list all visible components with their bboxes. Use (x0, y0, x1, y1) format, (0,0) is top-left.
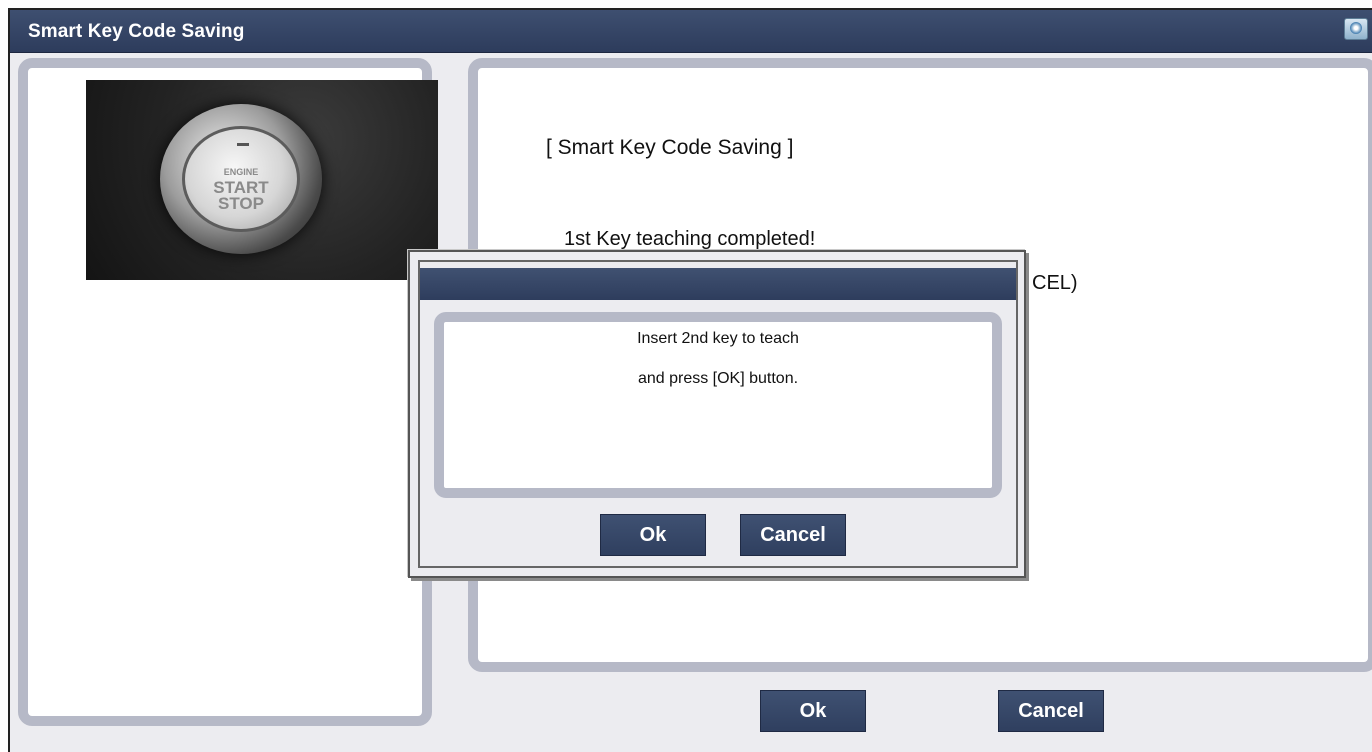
dialog-message-line2: and press [OK] button. (637, 370, 799, 387)
dialog-message-box: Insert 2nd key to teach and press [OK] b… (434, 312, 1002, 498)
start-stop-button-photo: ENGINE START STOP (86, 80, 438, 280)
dialog-message-line1: Insert 2nd key to teach (637, 330, 799, 347)
teach-key-dialog: Insert 2nd key to teach and press [OK] b… (408, 250, 1026, 578)
dialog-frame: Insert 2nd key to teach and press [OK] b… (418, 260, 1018, 568)
cancel-button[interactable]: Cancel (998, 690, 1104, 732)
window-title: Smart Key Code Saving (28, 21, 245, 42)
window-titlebar: Smart Key Code Saving (10, 10, 1372, 53)
button-indicator-light (237, 143, 249, 146)
dialog-titlebar (420, 268, 1016, 300)
photo-engine-label: ENGINE (223, 167, 259, 177)
dialog-ok-button[interactable]: Ok (600, 514, 706, 556)
partial-instruction-label: CEL) (1032, 272, 1078, 294)
help-icon[interactable] (1344, 18, 1368, 40)
button-bezel: ENGINE START STOP (160, 104, 322, 254)
dialog-cancel-button[interactable]: Cancel (740, 514, 846, 556)
engine-start-stop-button: ENGINE START STOP (182, 126, 300, 232)
photo-stop-label: STOP (218, 194, 264, 213)
image-panel: ENGINE START STOP (18, 58, 438, 726)
ok-button[interactable]: Ok (760, 690, 866, 732)
status-message: 1st Key teaching completed! (564, 228, 816, 250)
content-heading: [ Smart Key Code Saving ] (546, 136, 794, 159)
